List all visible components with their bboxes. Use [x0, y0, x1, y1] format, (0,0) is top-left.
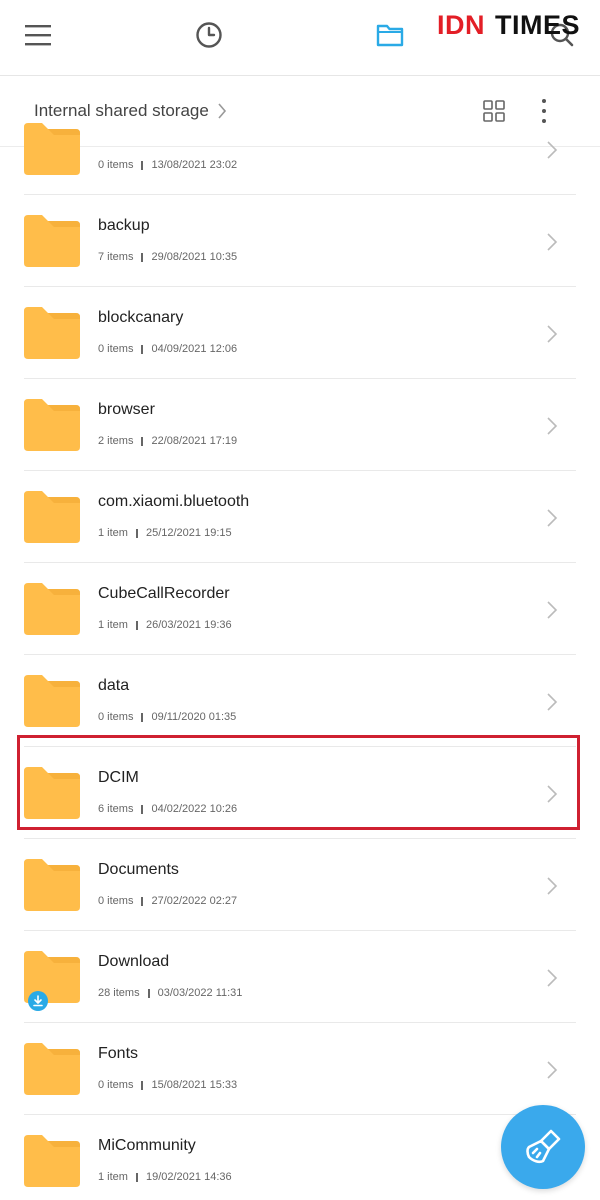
folder-icon — [24, 1041, 80, 1097]
folder-meta: 2 items 22/08/2021 17:19 — [98, 435, 237, 447]
meta-divider — [141, 436, 144, 446]
folder-row[interactable]: Fonts 0 items 15/08/2021 15:33 — [0, 1023, 600, 1115]
folder-meta: 0 items 27/02/2022 02:27 — [98, 895, 237, 907]
watermark-times: TIMES — [495, 10, 581, 40]
meta-divider — [135, 620, 138, 630]
chevron-right-icon — [546, 508, 558, 528]
item-count: 2 items — [98, 435, 134, 447]
chevron-right-icon — [546, 324, 558, 344]
folder-meta: 0 items 09/11/2020 01:35 — [98, 711, 236, 723]
folder-row[interactable]: browser 2 items 22/08/2021 17:19 — [0, 379, 600, 471]
modified-date: 26/03/2021 19:36 — [145, 619, 232, 631]
meta-divider — [141, 252, 144, 262]
folder-meta: 1 item 25/12/2021 19:15 — [98, 527, 232, 539]
folder-meta: 1 item 26/03/2021 19:36 — [98, 619, 232, 631]
meta-divider — [141, 160, 144, 170]
folder-name: backup — [98, 217, 150, 234]
folder-name: browser — [98, 401, 155, 418]
chevron-right-icon — [546, 692, 558, 712]
folder-name: data — [98, 677, 130, 694]
folder-row[interactable]: Documents 0 items 27/02/2022 02:27 — [0, 839, 600, 931]
folder-name: com.xiaomi.bluetooth — [98, 493, 250, 510]
chevron-right-icon — [546, 876, 558, 896]
recent-clock-icon[interactable] — [191, 17, 227, 53]
folder-row[interactable]: backup 7 items 29/08/2021 10:35 — [0, 195, 600, 287]
folder-name: blockcanary — [98, 309, 184, 326]
highlight-box — [17, 735, 580, 830]
folder-meta: 1 item 19/02/2021 14:36 — [98, 1171, 232, 1183]
files-folder-icon[interactable] — [372, 17, 408, 53]
folder-row[interactable]: com.xiaomi.bluetooth 1 item 25/12/2021 19:… — [0, 471, 600, 563]
folder-meta: 28 items 03/03/2022 11:31 — [98, 987, 242, 999]
item-count: 0 items — [98, 711, 134, 723]
modified-date: 15/08/2021 15:33 — [151, 1079, 238, 1091]
cleaner-brush-icon — [526, 1129, 561, 1164]
top-app-bar: IDN TIMES — [0, 0, 600, 76]
meta-divider — [135, 1172, 138, 1182]
modified-date: 22/08/2021 17:19 — [151, 435, 238, 447]
item-count: 28 items — [98, 987, 140, 999]
modified-date: 09/11/2020 01:35 — [151, 711, 237, 723]
folder-icon — [24, 397, 80, 453]
folder-icon — [24, 213, 80, 269]
modified-date: 29/08/2021 10:35 — [151, 251, 238, 263]
download-badge-icon — [28, 991, 48, 1011]
folder-row[interactable]: blockcanary 0 items 04/09/2021 12:06 — [0, 287, 600, 379]
folder-row[interactable]: data 0 items 09/11/2020 01:35 — [0, 655, 600, 747]
folder-icon — [24, 673, 80, 729]
folder-name: MiCommunity — [98, 1137, 196, 1154]
modified-date: 25/12/2021 19:15 — [145, 527, 232, 539]
idn-times-watermark: IDN TIMES — [437, 10, 580, 41]
meta-divider — [141, 1080, 144, 1090]
item-count: 0 items — [98, 895, 134, 907]
watermark-idn: IDN — [437, 10, 485, 40]
folder-icon — [24, 1133, 80, 1189]
folder-meta: 7 items 29/08/2021 10:35 — [98, 251, 237, 263]
folder-row[interactable]: CubeCallRecorder 1 item 26/03/2021 19:36 — [0, 563, 600, 655]
menu-icon[interactable] — [20, 17, 56, 53]
meta-divider — [147, 988, 150, 998]
folder-name: Fonts — [98, 1045, 139, 1062]
chevron-right-icon — [546, 140, 558, 160]
chevron-right-icon — [546, 416, 558, 436]
chevron-right-icon — [546, 1060, 558, 1080]
meta-divider — [141, 896, 144, 906]
folder-icon — [24, 305, 80, 361]
modified-date: 13/08/2021 23:02 — [151, 159, 238, 171]
chevron-right-icon — [546, 600, 558, 620]
folder-icon — [24, 857, 80, 913]
item-count: 7 items — [98, 251, 134, 263]
meta-divider — [141, 712, 144, 722]
folder-meta: 0 items 04/09/2021 12:06 — [98, 343, 237, 355]
folder-meta: 0 items 15/08/2021 15:33 — [98, 1079, 237, 1091]
cleaner-button[interactable] — [501, 1105, 585, 1189]
meta-divider — [141, 344, 144, 354]
folder-name: CubeCallRecorder — [98, 585, 230, 602]
folder-name: Download — [98, 953, 170, 970]
modified-date: 03/03/2022 11:31 — [157, 987, 243, 999]
item-count: 1 item — [98, 527, 128, 539]
item-count: 1 item — [98, 619, 128, 631]
item-count: 0 items — [98, 159, 134, 171]
meta-divider — [135, 528, 138, 538]
folder-icon — [24, 581, 80, 637]
modified-date: 19/02/2021 14:36 — [145, 1171, 232, 1183]
folder-row[interactable]: 0 items 13/08/2021 23:02 — [0, 103, 600, 195]
modified-date: 27/02/2022 02:27 — [151, 895, 238, 907]
item-count: 1 item — [98, 1171, 128, 1183]
folder-meta: 0 items 13/08/2021 23:02 — [98, 159, 237, 171]
item-count: 0 items — [98, 1079, 134, 1091]
folder-row[interactable]: Download 28 items 03/03/2022 11:31 — [0, 931, 600, 1023]
modified-date: 04/09/2021 12:06 — [151, 343, 238, 355]
chevron-right-icon — [546, 232, 558, 252]
item-count: 0 items — [98, 343, 134, 355]
folder-name: Documents — [98, 861, 179, 878]
folder-icon — [24, 489, 80, 545]
folder-icon — [24, 121, 80, 177]
chevron-right-icon — [546, 968, 558, 988]
